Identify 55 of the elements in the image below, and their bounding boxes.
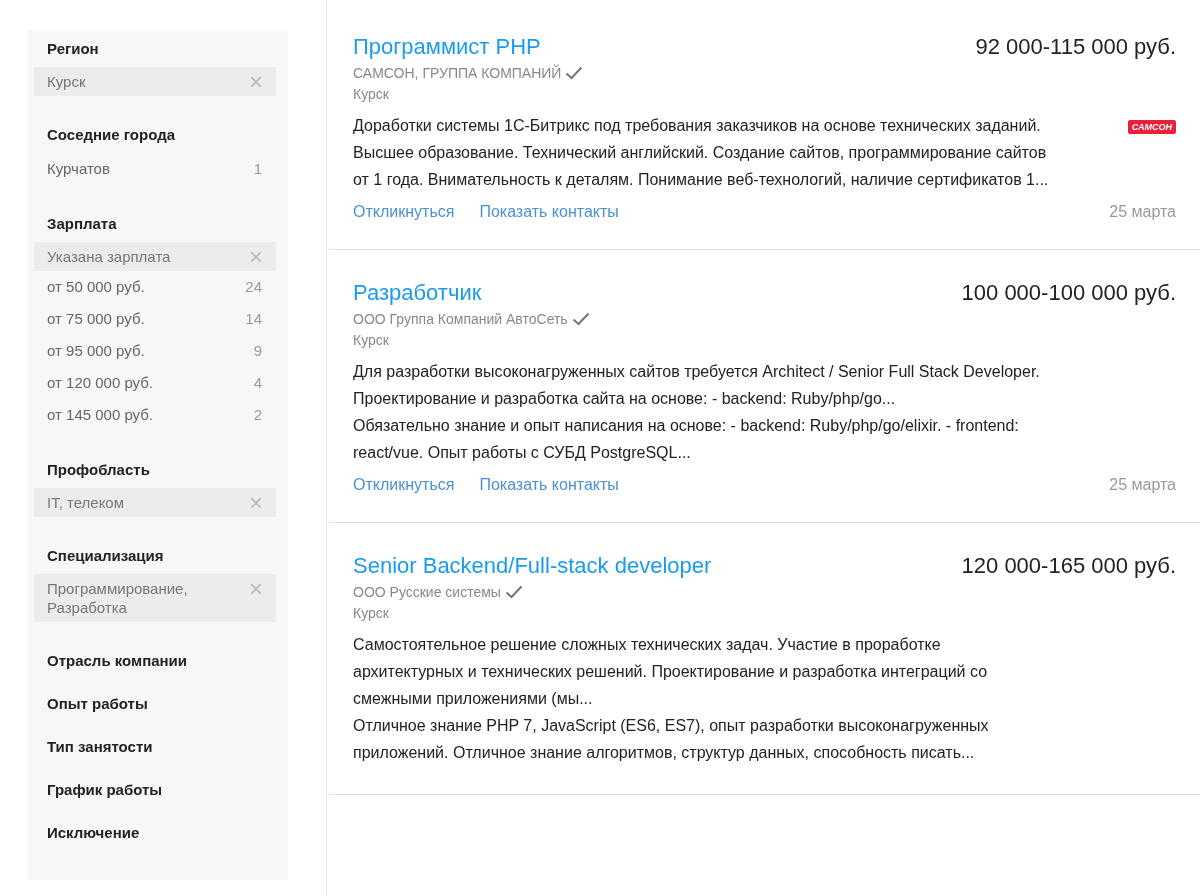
filter-option[interactable]: от 120 000 руб. — [47, 367, 154, 399]
vacancy-title-link[interactable]: Разработчик — [353, 280, 482, 306]
company-logo: САМСОН — [1127, 120, 1176, 134]
vacancy-description: Самостоятельное решение сложных технических задач. Участие в проработке архитектурных и технических решений. Проектирование и разработка интеграций со смежными приложениями (мы... — [353, 635, 989, 709]
filter-heading[interactable]: Соседние города — [28, 126, 288, 143]
salary: 120 000-165 000 руб. — [961, 553, 1176, 579]
selected-filter[interactable]: Программирование, Разработка × — [34, 574, 276, 622]
option-count: 24 — [245, 277, 262, 297]
filter-option[interactable]: от 50 000 руб. — [47, 271, 145, 303]
filter-label: Программирование, Разработка — [47, 579, 189, 617]
filter-heading[interactable]: Опыт работы — [28, 695, 288, 712]
selected-filter[interactable]: IT, телеком × — [34, 488, 276, 517]
filter-heading[interactable]: Исключение — [28, 824, 288, 841]
vacancy-title-link[interactable]: Программист PHP — [353, 34, 541, 60]
posting-date: 25 марта — [1109, 476, 1176, 494]
company-name[interactable]: САМСОН, ГРУППА КОМПАНИЙ — [353, 65, 562, 81]
filter-label: IT, телеком — [47, 493, 125, 512]
vacancy-city: Курск — [353, 605, 390, 621]
selected-filter[interactable]: Указана зарплата × — [34, 242, 276, 271]
option-count: 14 — [245, 309, 262, 329]
filter-heading[interactable]: Профобласть — [28, 461, 288, 478]
vacancy-description: Обязательно знание и опыт написания на основе: - backend: Ruby/php/go/elixir. - frontend: react/vue. Опыт работы с СУБД PostgreSQL... — [353, 416, 1020, 463]
salary: 100 000-100 000 руб. — [961, 280, 1176, 306]
vacancy-title-link[interactable]: Senior Backend/Full-stack developer — [353, 553, 712, 579]
vacancy-description: Для разработки высоконагруженных сайтов требуется Architect / Senior Full Stack Developer. Проектирование и разработка сайта на основе: - backend: Ruby/php/go... — [353, 362, 1041, 409]
action-link[interactable]: Откликнуться — [353, 203, 455, 221]
filter-heading[interactable]: График работы — [28, 781, 288, 798]
company-name[interactable]: ООО Группа Компаний АвтоСеть — [353, 311, 568, 327]
vacancy-city: Курск — [353, 86, 390, 102]
filter-option[interactable]: от 145 000 руб. — [47, 399, 154, 431]
vacancy-description: Отличное знание PHP 7, JavaScript (ES6, ES7), опыт разработки высоконагруженных приложений. Отличное знание алгоритмов, структур данных, способность писать... — [353, 716, 990, 763]
filter-option[interactable]: от 95 000 руб. — [47, 335, 145, 367]
filter-option[interactable]: от 75 000 руб. — [47, 303, 145, 335]
option-count: 1 — [253, 159, 262, 179]
filter-heading[interactable]: Зарплата — [28, 215, 288, 232]
option-count: 4 — [253, 373, 262, 393]
option-count: 2 — [253, 405, 262, 425]
filter-heading[interactable]: Тип занятости — [28, 738, 288, 755]
vacancy-description: Доработки системы 1С-Битрикс под требования заказчиков на основе технических заданий. — [353, 116, 1042, 136]
filter-option[interactable]: Курчатов — [47, 153, 110, 185]
vacancy-description: Высшее образование. Технический английский. Создание сайтов, программирование сайтов от 1 года. Внимательность к деталям. Понимание веб-технологий, наличие сертификатов 1... — [353, 143, 1050, 190]
filter-heading[interactable]: Специализация — [28, 547, 288, 564]
filter-heading[interactable]: Отрасль компании — [28, 652, 288, 669]
filter-label: Указана зарплата — [47, 247, 171, 266]
action-link[interactable]: Показать контакты — [479, 203, 619, 221]
posting-date: 25 марта — [1109, 203, 1176, 221]
action-link[interactable]: Откликнуться — [353, 476, 455, 494]
company-name[interactable]: ООО Русские системы — [353, 584, 501, 600]
salary: 92 000-115 000 руб. — [975, 34, 1176, 60]
filter-label: Курск — [47, 72, 86, 91]
vacancy-city: Курск — [353, 332, 390, 348]
selected-filter[interactable]: Курск × — [34, 67, 276, 96]
option-count: 9 — [253, 341, 262, 361]
action-link[interactable]: Показать контакты — [479, 476, 619, 494]
filter-heading[interactable]: Регион — [28, 40, 288, 57]
